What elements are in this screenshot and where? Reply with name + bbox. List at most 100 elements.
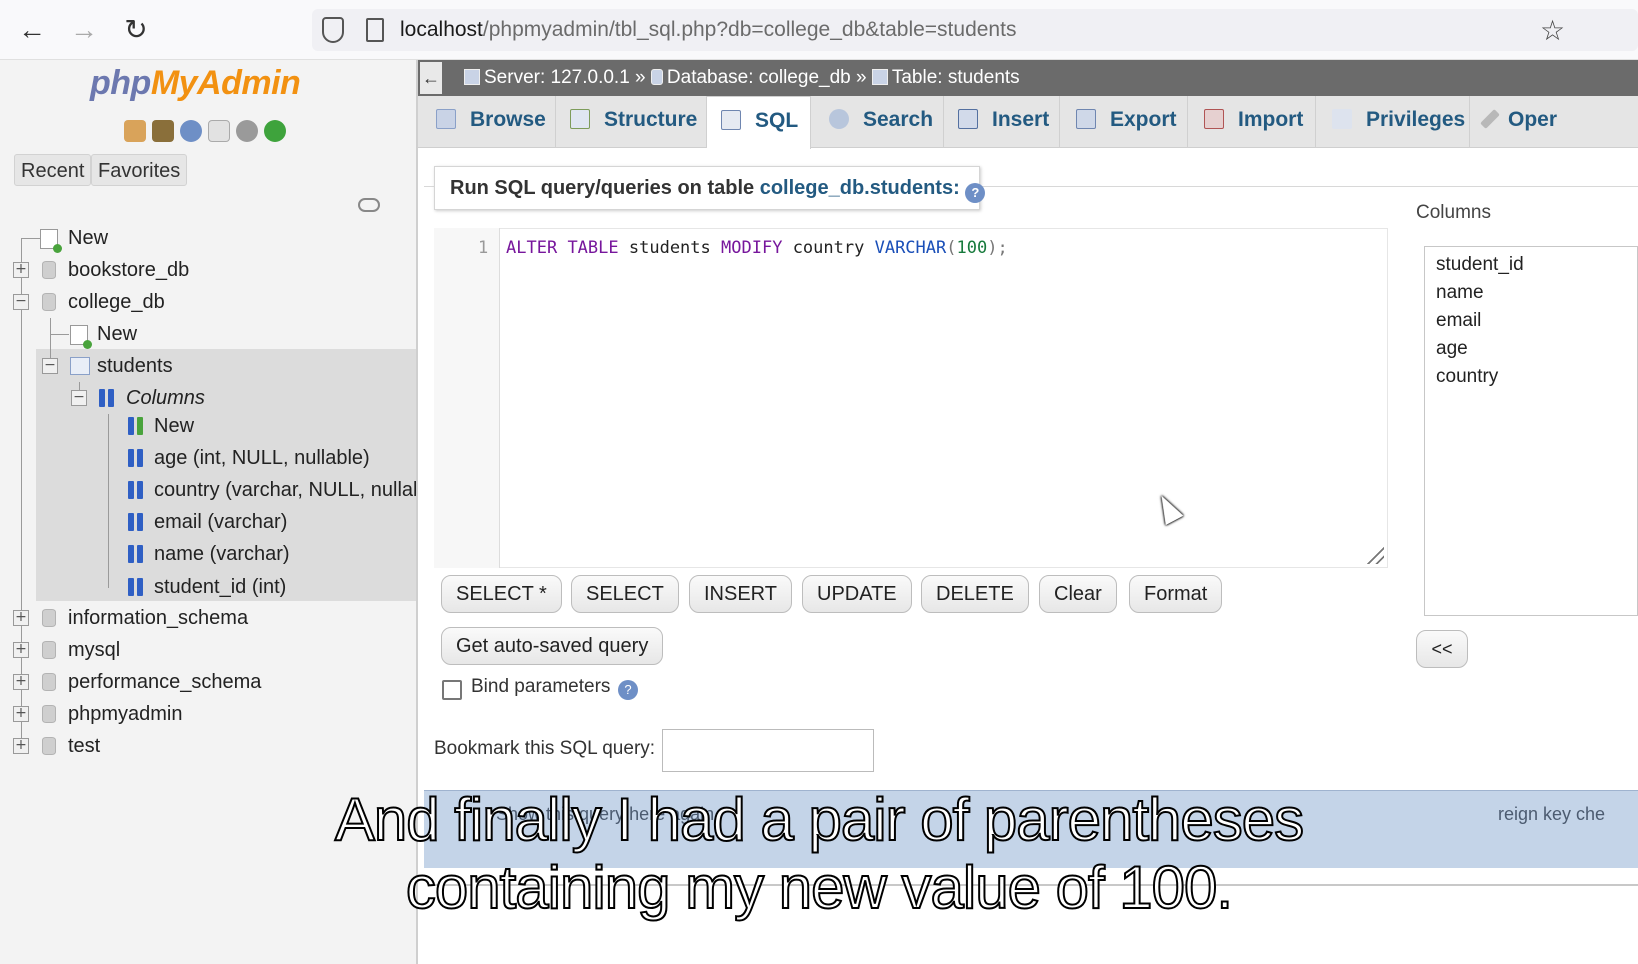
tab-structure[interactable]: Structure (556, 96, 707, 148)
help-icon[interactable] (180, 120, 202, 142)
url-path: /phpmyadmin/tbl_sql.php?db=college_db&ta… (482, 18, 1017, 41)
tab-search[interactable]: Search (811, 96, 944, 148)
tab-sql-label: SQL (755, 109, 799, 132)
tree-table-students[interactable]: students (97, 351, 173, 381)
breadcrumb: Server: 127.0.0.1 » Database: college_db… (418, 60, 1638, 96)
column-icon (128, 481, 144, 499)
tree-db-test[interactable]: test (68, 731, 100, 761)
tree-db-information-schema[interactable]: information_schema (68, 603, 248, 633)
sql-editor[interactable] (434, 228, 1388, 568)
subtitle-line-2: containing my new value of 100. (405, 853, 1234, 922)
expand-plus-icon[interactable]: + (13, 262, 29, 278)
reload-icon[interactable]: ↻ (118, 12, 154, 48)
docs-icon[interactable] (208, 120, 230, 142)
collapse-minus-icon[interactable]: − (71, 390, 87, 406)
tree-new-table[interactable]: New (97, 319, 137, 349)
forward-arrow-icon[interactable]: → (66, 12, 102, 48)
tree-column-email[interactable]: email (varchar) (154, 507, 287, 537)
tree-db-college[interactable]: college_db (68, 287, 165, 317)
collapse-minus-icon[interactable]: − (13, 294, 29, 310)
tree-db-mysql[interactable]: mysql (68, 635, 120, 665)
query-legend: Run SQL query/queries on table college_d… (434, 166, 986, 210)
tab-sql[interactable]: SQL (707, 96, 811, 149)
columns-icon (99, 389, 115, 407)
column-option[interactable]: name (1436, 282, 1484, 304)
url-text[interactable]: localhost/phpmyadmin/tbl_sql.php?db=coll… (400, 18, 1016, 42)
legend-table-link[interactable]: college_db.students: (760, 177, 960, 199)
database-icon (42, 673, 56, 691)
tab-operations[interactable]: Oper (1470, 96, 1638, 148)
database-icon (650, 69, 663, 85)
breadcrumb-database[interactable]: Database: college_db (667, 67, 851, 88)
link-with-main-icon[interactable] (358, 198, 380, 212)
tree-column-name[interactable]: name (varchar) (154, 539, 290, 569)
favorites-button[interactable]: Favorites (91, 154, 188, 186)
sql-code-line[interactable]: ALTER TABLE students MODIFY country VARC… (506, 238, 1008, 258)
tree-db-phpmyadmin[interactable]: phpmyadmin (68, 699, 183, 729)
settings-gear-icon[interactable] (236, 120, 258, 142)
bookmark-star-icon[interactable]: ☆ (1540, 14, 1565, 47)
select-star-button[interactable]: SELECT * (441, 575, 562, 613)
code-punctuation: ( (946, 238, 957, 258)
logout-icon[interactable] (152, 120, 174, 142)
bookmark-input[interactable] (662, 729, 874, 772)
column-option[interactable]: country (1436, 366, 1498, 388)
clear-button[interactable]: Clear (1039, 575, 1117, 613)
help-icon[interactable]: ? (618, 680, 638, 700)
new-column-icon[interactable] (128, 417, 144, 435)
tab-insert[interactable]: Insert (944, 96, 1060, 148)
phpmyadmin-logo[interactable]: phpMyAdmin (90, 64, 301, 103)
tree-connector (21, 238, 22, 748)
browser-toolbar: ← → ↻ localhost/phpmyadmin/tbl_sql.php?d… (0, 0, 1638, 60)
expand-plus-icon[interactable]: + (13, 642, 29, 658)
tree-column-country[interactable]: country (varchar, NULL, nullable) (154, 475, 416, 505)
tree-columns-group[interactable]: Columns (126, 383, 205, 413)
expand-plus-icon[interactable]: + (13, 706, 29, 722)
expand-plus-icon[interactable]: + (13, 610, 29, 626)
tab-browse[interactable]: Browse (422, 96, 556, 148)
tree-column-age[interactable]: age (int, NULL, nullable) (154, 443, 370, 473)
column-option[interactable]: age (1436, 338, 1468, 360)
tree-db-performance-schema[interactable]: performance_schema (68, 667, 261, 697)
breadcrumb-table[interactable]: Table: students (892, 67, 1020, 88)
expand-plus-icon[interactable]: + (13, 674, 29, 690)
tab-import-label: Import (1238, 108, 1304, 131)
update-button[interactable]: UPDATE (802, 575, 912, 613)
tree-column-student-id[interactable]: student_id (int) (154, 572, 286, 602)
back-arrow-icon[interactable]: ← (14, 12, 50, 48)
get-autosaved-query-button[interactable]: Get auto-saved query (441, 627, 664, 665)
import-icon (1204, 109, 1224, 129)
tab-export[interactable]: Export (1060, 96, 1188, 148)
collapse-minus-icon[interactable]: − (42, 358, 58, 374)
select-button[interactable]: SELECT (571, 575, 679, 613)
tree-new-column[interactable]: New (154, 411, 194, 441)
nav-quick-icons (124, 120, 286, 144)
tree-new-database[interactable]: New (68, 223, 108, 253)
new-database-icon[interactable] (40, 229, 62, 253)
bind-parameters-label[interactable]: Bind parameters (471, 676, 610, 698)
insert-column-button[interactable]: << (1416, 630, 1468, 668)
home-icon[interactable] (124, 120, 146, 142)
column-option[interactable]: email (1436, 310, 1481, 332)
collapse-nav-arrow-icon[interactable]: ← (420, 62, 442, 94)
reload-nav-icon[interactable] (264, 120, 286, 142)
tab-import[interactable]: Import (1188, 96, 1316, 148)
tree-db-bookstore[interactable]: bookstore_db (68, 255, 189, 285)
help-icon[interactable]: ? (965, 183, 986, 203)
breadcrumb-server[interactable]: Server: 127.0.0.1 (484, 67, 630, 88)
shield-icon[interactable] (322, 17, 344, 43)
code-keyword: MODIFY (721, 238, 783, 258)
tab-privileges-label: Privileges (1366, 108, 1466, 131)
format-button[interactable]: Format (1129, 575, 1223, 613)
expand-plus-icon[interactable]: + (13, 738, 29, 754)
table-icon (70, 357, 90, 375)
insert-icon (958, 109, 978, 129)
column-option[interactable]: student_id (1436, 254, 1524, 276)
recent-button[interactable]: Recent (14, 154, 92, 186)
delete-button[interactable]: DELETE (921, 575, 1029, 613)
page-icon[interactable] (366, 18, 384, 42)
tab-privileges[interactable]: Privileges (1316, 96, 1470, 148)
bind-parameters-checkbox[interactable] (442, 680, 462, 700)
new-table-icon[interactable] (70, 325, 92, 349)
insert-button[interactable]: INSERT (689, 575, 792, 613)
